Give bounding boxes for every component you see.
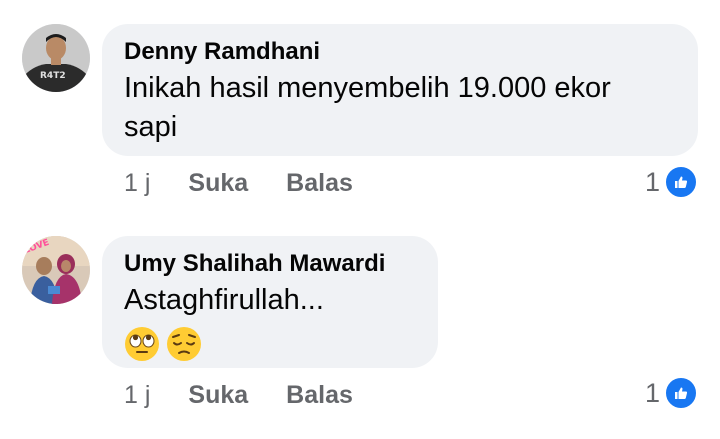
reaction-count: 1: [644, 166, 660, 197]
reply-button[interactable]: Balas: [286, 168, 353, 198]
comment-actions: 1 j Suka Balas: [124, 168, 391, 198]
comment-timestamp[interactable]: 1 j: [124, 380, 150, 410]
avatar-photo: LOVE: [22, 236, 90, 304]
avatar-denny-ramdhani[interactable]: R4T2: [22, 24, 90, 92]
reaction-count: 1: [644, 377, 660, 408]
face-with-rolling-eyes-emoji: [124, 326, 160, 367]
thumbs-up-icon: [664, 165, 698, 199]
comment-author[interactable]: Umy Shalihah Mawardi: [124, 249, 416, 279]
comment-bubble: Denny Ramdhani Inikah hasil menyembelih …: [102, 24, 698, 156]
comment-text-line: Inikah hasil menyembelih 19.000 ekor: [124, 72, 611, 104]
avatar-photo: R4T2: [22, 24, 90, 92]
comment-bubble: Umy Shalihah Mawardi Astaghfirullah...: [102, 236, 438, 368]
pensive-face-emoji: [166, 326, 202, 367]
thumbs-up-icon: [664, 376, 698, 410]
comment-actions: 1 j Suka Balas: [124, 380, 391, 410]
emoji-row: [124, 326, 416, 362]
like-button[interactable]: Suka: [188, 168, 248, 198]
like-button[interactable]: Suka: [188, 380, 248, 410]
avatar-umy-shalihah-mawardi[interactable]: LOVE: [22, 236, 90, 304]
reply-button[interactable]: Balas: [286, 380, 353, 410]
reaction-summary[interactable]: 1: [644, 165, 698, 199]
comment-text: Astaghfirullah...: [124, 284, 324, 316]
comment-author[interactable]: Denny Ramdhani: [124, 37, 676, 67]
comment-text-line: sapi: [124, 111, 178, 143]
reaction-summary[interactable]: 1: [644, 376, 698, 410]
comment-timestamp[interactable]: 1 j: [124, 168, 150, 198]
avatar-shirt-text: R4T2: [40, 71, 66, 81]
comment-text: Inikah hasil menyembelih 19.000 ekor sap…: [124, 69, 676, 147]
